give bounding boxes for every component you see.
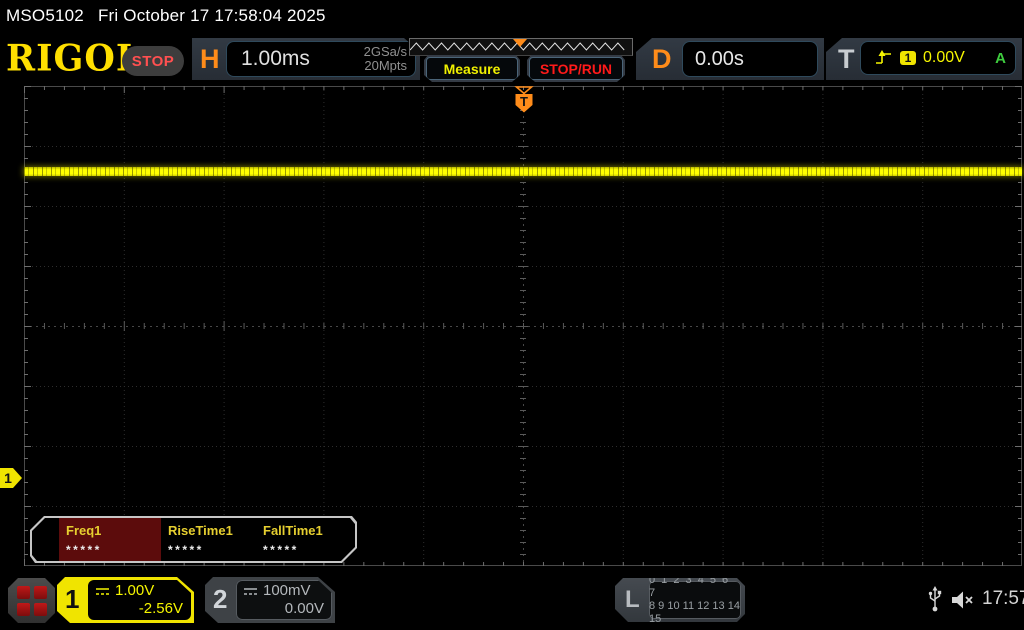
main-menu-button[interactable]: [8, 578, 55, 623]
channel1-scale: 1.00V: [115, 582, 154, 599]
channel1-trace: [24, 167, 1022, 176]
trigger-sweep-mode: A: [995, 50, 1006, 67]
sample-rate: 2GSa/s: [364, 45, 407, 59]
channel2-offset: 0.00V: [243, 600, 324, 617]
rising-edge-trigger-icon: [875, 50, 893, 66]
channel1-status-block[interactable]: 1 1.00V -2.56V: [57, 577, 194, 623]
menu-grid-icon: [34, 603, 47, 616]
delay-settings-group: D 0.00s: [636, 38, 824, 80]
measure-button[interactable]: Measure: [426, 57, 518, 80]
menu-grid-icon: [34, 586, 47, 599]
system-clock: 17:57: [982, 588, 1024, 610]
horizontal-settings-group: H 1.00ms 2GSa/s 20Mpts: [192, 38, 420, 80]
channel2-status-block[interactable]: 2 100mV 0.00V: [205, 577, 335, 623]
waveform-preview-zigzag: [410, 39, 630, 53]
logic-row-8-15: 8 9 10 11 12 13 14 15: [649, 600, 741, 626]
trigger-source-badge: 1: [900, 51, 916, 65]
acquisition-status-badge: STOP: [122, 46, 184, 76]
datetime-text: Fri October 17 17:58:04 2025: [98, 6, 326, 25]
channel1-marker-digit: 1: [4, 470, 12, 486]
delay-label: D: [652, 38, 672, 80]
speaker-muted-icon: [950, 589, 976, 611]
menu-grid-icon: [17, 586, 30, 599]
channel1-info-box: 1.00V -2.56V: [88, 580, 191, 620]
channel1-number: 1: [65, 584, 79, 615]
usb-icon: [928, 586, 942, 612]
graticule-area: [24, 86, 1022, 566]
dc-coupling-icon: [243, 586, 258, 596]
measurement-panel-handle[interactable]: [32, 518, 59, 561]
logic-label: L: [625, 586, 640, 614]
timebase-value: 1.00ms: [241, 47, 310, 71]
measurement-label: Freq1: [66, 523, 161, 538]
measurement-label: RiseTime1: [168, 523, 256, 538]
measurement-value: *****: [168, 543, 256, 557]
memory-depth: 20Mpts: [364, 59, 407, 73]
trigger-position-marker[interactable]: T: [512, 86, 536, 114]
dc-coupling-icon: [95, 586, 110, 596]
measurement-panel: Freq1 ***** RiseTime1 ***** FallTime1 **…: [30, 516, 357, 563]
menu-grid-icon: [17, 603, 30, 616]
model-name: MSO5102: [6, 6, 84, 25]
measurement-item-risetime1[interactable]: RiseTime1 *****: [161, 518, 256, 561]
delay-value: 0.00s: [695, 48, 744, 71]
stop-run-button-frame: STOP/RUN: [527, 55, 625, 82]
horizontal-label: H: [200, 38, 220, 80]
measurement-item-falltime1[interactable]: FallTime1 *****: [256, 518, 351, 561]
stop-run-button[interactable]: STOP/RUN: [529, 57, 623, 80]
waveform-preview-bar[interactable]: [409, 38, 633, 56]
measurement-value: *****: [263, 543, 351, 557]
channel1-ground-marker[interactable]: 1: [0, 467, 23, 489]
channel2-info-box: 100mV 0.00V: [236, 580, 332, 620]
logic-channels-box: 0 1 2 3 4 5 6 7 8 9 10 11 12 13 14 15: [649, 581, 741, 619]
channel2-number: 2: [213, 584, 227, 615]
trigger-box[interactable]: 1 0.00V A: [860, 41, 1016, 75]
measurement-panel-inner: Freq1 ***** RiseTime1 ***** FallTime1 **…: [32, 518, 355, 561]
logic-row-0-7: 0 1 2 3 4 5 6 7: [649, 574, 741, 600]
graticule-grid: [24, 86, 1022, 566]
channel1-offset: -2.56V: [95, 600, 183, 617]
trigger-level-value: 0.00V: [923, 49, 965, 67]
trigger-settings-group: T 1 0.00V A: [826, 38, 1022, 80]
measurement-item-freq1[interactable]: Freq1 *****: [59, 518, 161, 561]
title-bar: MSO5102 Fri October 17 17:58:04 2025: [6, 6, 326, 26]
timebase-box[interactable]: 1.00ms 2GSa/s 20Mpts: [226, 41, 416, 77]
sample-rate-block: 2GSa/s 20Mpts: [364, 45, 407, 73]
measure-button-frame: Measure: [424, 55, 520, 82]
trigger-label: T: [838, 38, 855, 80]
delay-box[interactable]: 0.00s: [682, 41, 818, 77]
trigger-marker-letter: T: [520, 94, 528, 109]
logic-channels-block[interactable]: L 0 1 2 3 4 5 6 7 8 9 10 11 12 13 14 15: [615, 578, 745, 622]
measurement-label: FallTime1: [263, 523, 351, 538]
channel2-scale: 100mV: [263, 582, 311, 599]
measurement-value: *****: [66, 543, 161, 557]
